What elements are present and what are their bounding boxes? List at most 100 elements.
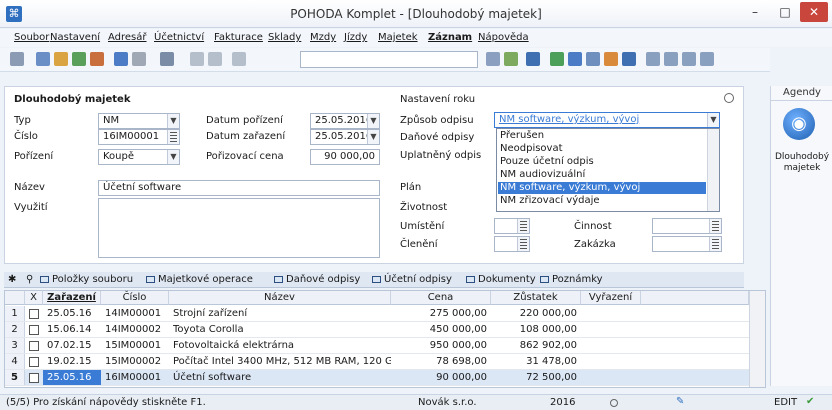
save-icon[interactable] [72,52,86,66]
row-checkbox[interactable] [29,325,39,335]
tab-majetkove-operace[interactable]: Majetkové operace [146,274,253,285]
quick-search-combo[interactable] [300,51,478,68]
porizeni-select[interactable]: Koupě ▼ [98,149,180,165]
umisteni-field[interactable] [494,218,530,234]
column-header[interactable]: Vyřazení [581,291,641,305]
typ-select[interactable]: NM ▼ [98,113,180,129]
agenda-item-label[interactable]: Dlouhodobý majetek [771,152,832,174]
help-icon[interactable] [700,52,714,66]
pen-icon[interactable]: ✎ [676,396,684,407]
agenda-majetek-icon[interactable]: ◉ [783,108,815,140]
tab-poznamky[interactable]: Poznámky [540,274,603,285]
filter-icon[interactable] [486,52,500,66]
dropdown-option[interactable]: Neodpisovat [498,143,706,155]
layout-icon[interactable] [646,52,660,66]
menu-adresar[interactable]: Adresář [108,32,147,43]
cell-zarazeni: 19.02.15 [47,356,92,367]
cinnost-field[interactable] [652,218,722,234]
pin-icon[interactable]: ✱ [8,274,16,285]
column-header[interactable]: Název [169,291,391,305]
table-icon[interactable] [568,52,582,66]
zakazka-field[interactable] [652,236,722,252]
row-checkbox[interactable] [29,341,39,351]
navigate-back-icon[interactable] [160,52,174,66]
menu-jizdy[interactable]: Jízdy [344,32,367,43]
datum-porizeni-field[interactable]: 25.05.2016 ▼ [310,113,380,129]
new-record-icon[interactable] [36,52,50,66]
status-settings-icon[interactable] [610,399,618,407]
datum-zarazeni-field[interactable]: 25.05.2016 ▼ [310,129,380,145]
minimize-button[interactable]: – [740,2,770,22]
cleneni-field[interactable] [494,236,530,252]
cancel-record-icon[interactable] [208,52,222,66]
cleneni-label: Členění [400,239,438,250]
print-icon[interactable] [114,52,128,66]
layout3-icon[interactable] [682,52,696,66]
layout2-icon[interactable] [664,52,678,66]
porizovaci-cena-field[interactable]: 90 000,00 [310,149,380,165]
dropdown-option[interactable]: NM audiovizuální [498,169,706,181]
dropdown-scrollbar[interactable] [707,129,719,211]
picture-icon[interactable] [526,52,540,66]
tab-ucetni-odpisy[interactable]: Účetní odpisy [372,274,452,285]
menu-mzdy[interactable]: Mzdy [310,32,336,43]
menu-sklady[interactable]: Sklady [268,32,301,43]
column-header[interactable]: Zůstatek [491,291,581,305]
row-checkbox[interactable] [29,357,39,367]
datum-porizeni-value: 25.05.2016 [315,115,373,126]
users-icon[interactable] [604,52,618,66]
column-header[interactable]: Zařazení [43,291,101,305]
list-icon[interactable] [586,52,600,66]
filter-icon[interactable]: ⚲ [26,274,33,285]
table-row[interactable]: 1 25.05.16 14IM00001 Strojní zařízení 27… [5,306,749,322]
settings-icon[interactable] [724,93,734,103]
menu-napoveda[interactable]: Nápověda [478,32,529,43]
spinner-icon [517,219,529,233]
menu-nastaveni[interactable]: Nastavení [50,32,100,43]
copy-icon[interactable] [90,52,104,66]
tab-polozky-souboru[interactable]: Položky souboru [40,274,133,285]
vyuziti-field[interactable] [98,198,380,258]
dropdown-option[interactable]: Pouze účetní odpis [498,156,706,168]
excel-icon[interactable] [504,52,518,66]
dropdown-option[interactable]: NM zřizovací výdaje [498,195,706,207]
agenda-panel: Agendy ◉ Dlouhodobý majetek [770,86,832,386]
cell-nazev: Strojní zařízení [173,308,248,319]
cell-nazev: Počítač Intel 3400 MHz, 512 MB RAM, 120 … [173,356,391,367]
tab-dokumenty[interactable]: Dokumenty [466,274,536,285]
cell-zarazeni: 25.05.16 [47,308,92,319]
row-checkbox[interactable] [29,373,39,383]
open-icon[interactable] [54,52,68,66]
cislo-field[interactable]: 16IM00001 [98,129,180,145]
tab-danove-odpisy[interactable]: Daňové odpisy [274,274,360,285]
save-record-icon[interactable] [190,52,204,66]
menu-zaznam[interactable]: Záznam [428,32,472,43]
dropdown-option-selected[interactable]: NM software, výzkum, vývoj [498,182,706,194]
close-button[interactable]: ✕ [800,2,828,22]
table-row[interactable]: 4 19.02.15 15IM00002 Počítač Intel 3400 … [5,354,749,370]
column-header[interactable]: Cena [391,291,491,305]
clipboard-icon[interactable] [232,52,246,66]
nazev-field[interactable]: Účetní software [98,180,380,196]
zpusob-odpisu-select[interactable]: NM software, výzkum, vývoj ▼ [494,112,720,128]
refresh-icon[interactable] [550,52,564,66]
column-header[interactable]: X [25,291,43,305]
menu-ucetnictvi[interactable]: Účetnictví [154,32,204,43]
menu-majetek[interactable]: Majetek [378,32,418,43]
maximize-button[interactable]: □ [770,2,800,22]
row-number: 2 [5,322,25,337]
menu-fakturace[interactable]: Fakturace [214,32,263,43]
cislo-value: 16IM00001 [103,131,160,142]
column-header [641,291,749,305]
abc-icon[interactable] [622,52,636,66]
zpusob-odpisu-label: Způsob odpisu [400,115,474,126]
table-row[interactable]: 2 15.06.14 14IM00002 Toyota Corolla 450 … [5,322,749,338]
edit-icon[interactable] [132,52,146,66]
column-header[interactable]: Číslo [101,291,169,305]
dropdown-option[interactable]: Přerušen [498,130,706,142]
table-row[interactable]: 3 07.02.15 15IM00001 Fotovoltaická elekt… [5,338,749,354]
row-checkbox[interactable] [29,309,39,319]
table-row-selected[interactable]: 5 25.05.16 16IM00001 Účetní software 90 … [5,370,749,386]
table-scrollbar[interactable] [749,291,765,387]
menu-soubor[interactable]: Soubor [14,32,49,43]
